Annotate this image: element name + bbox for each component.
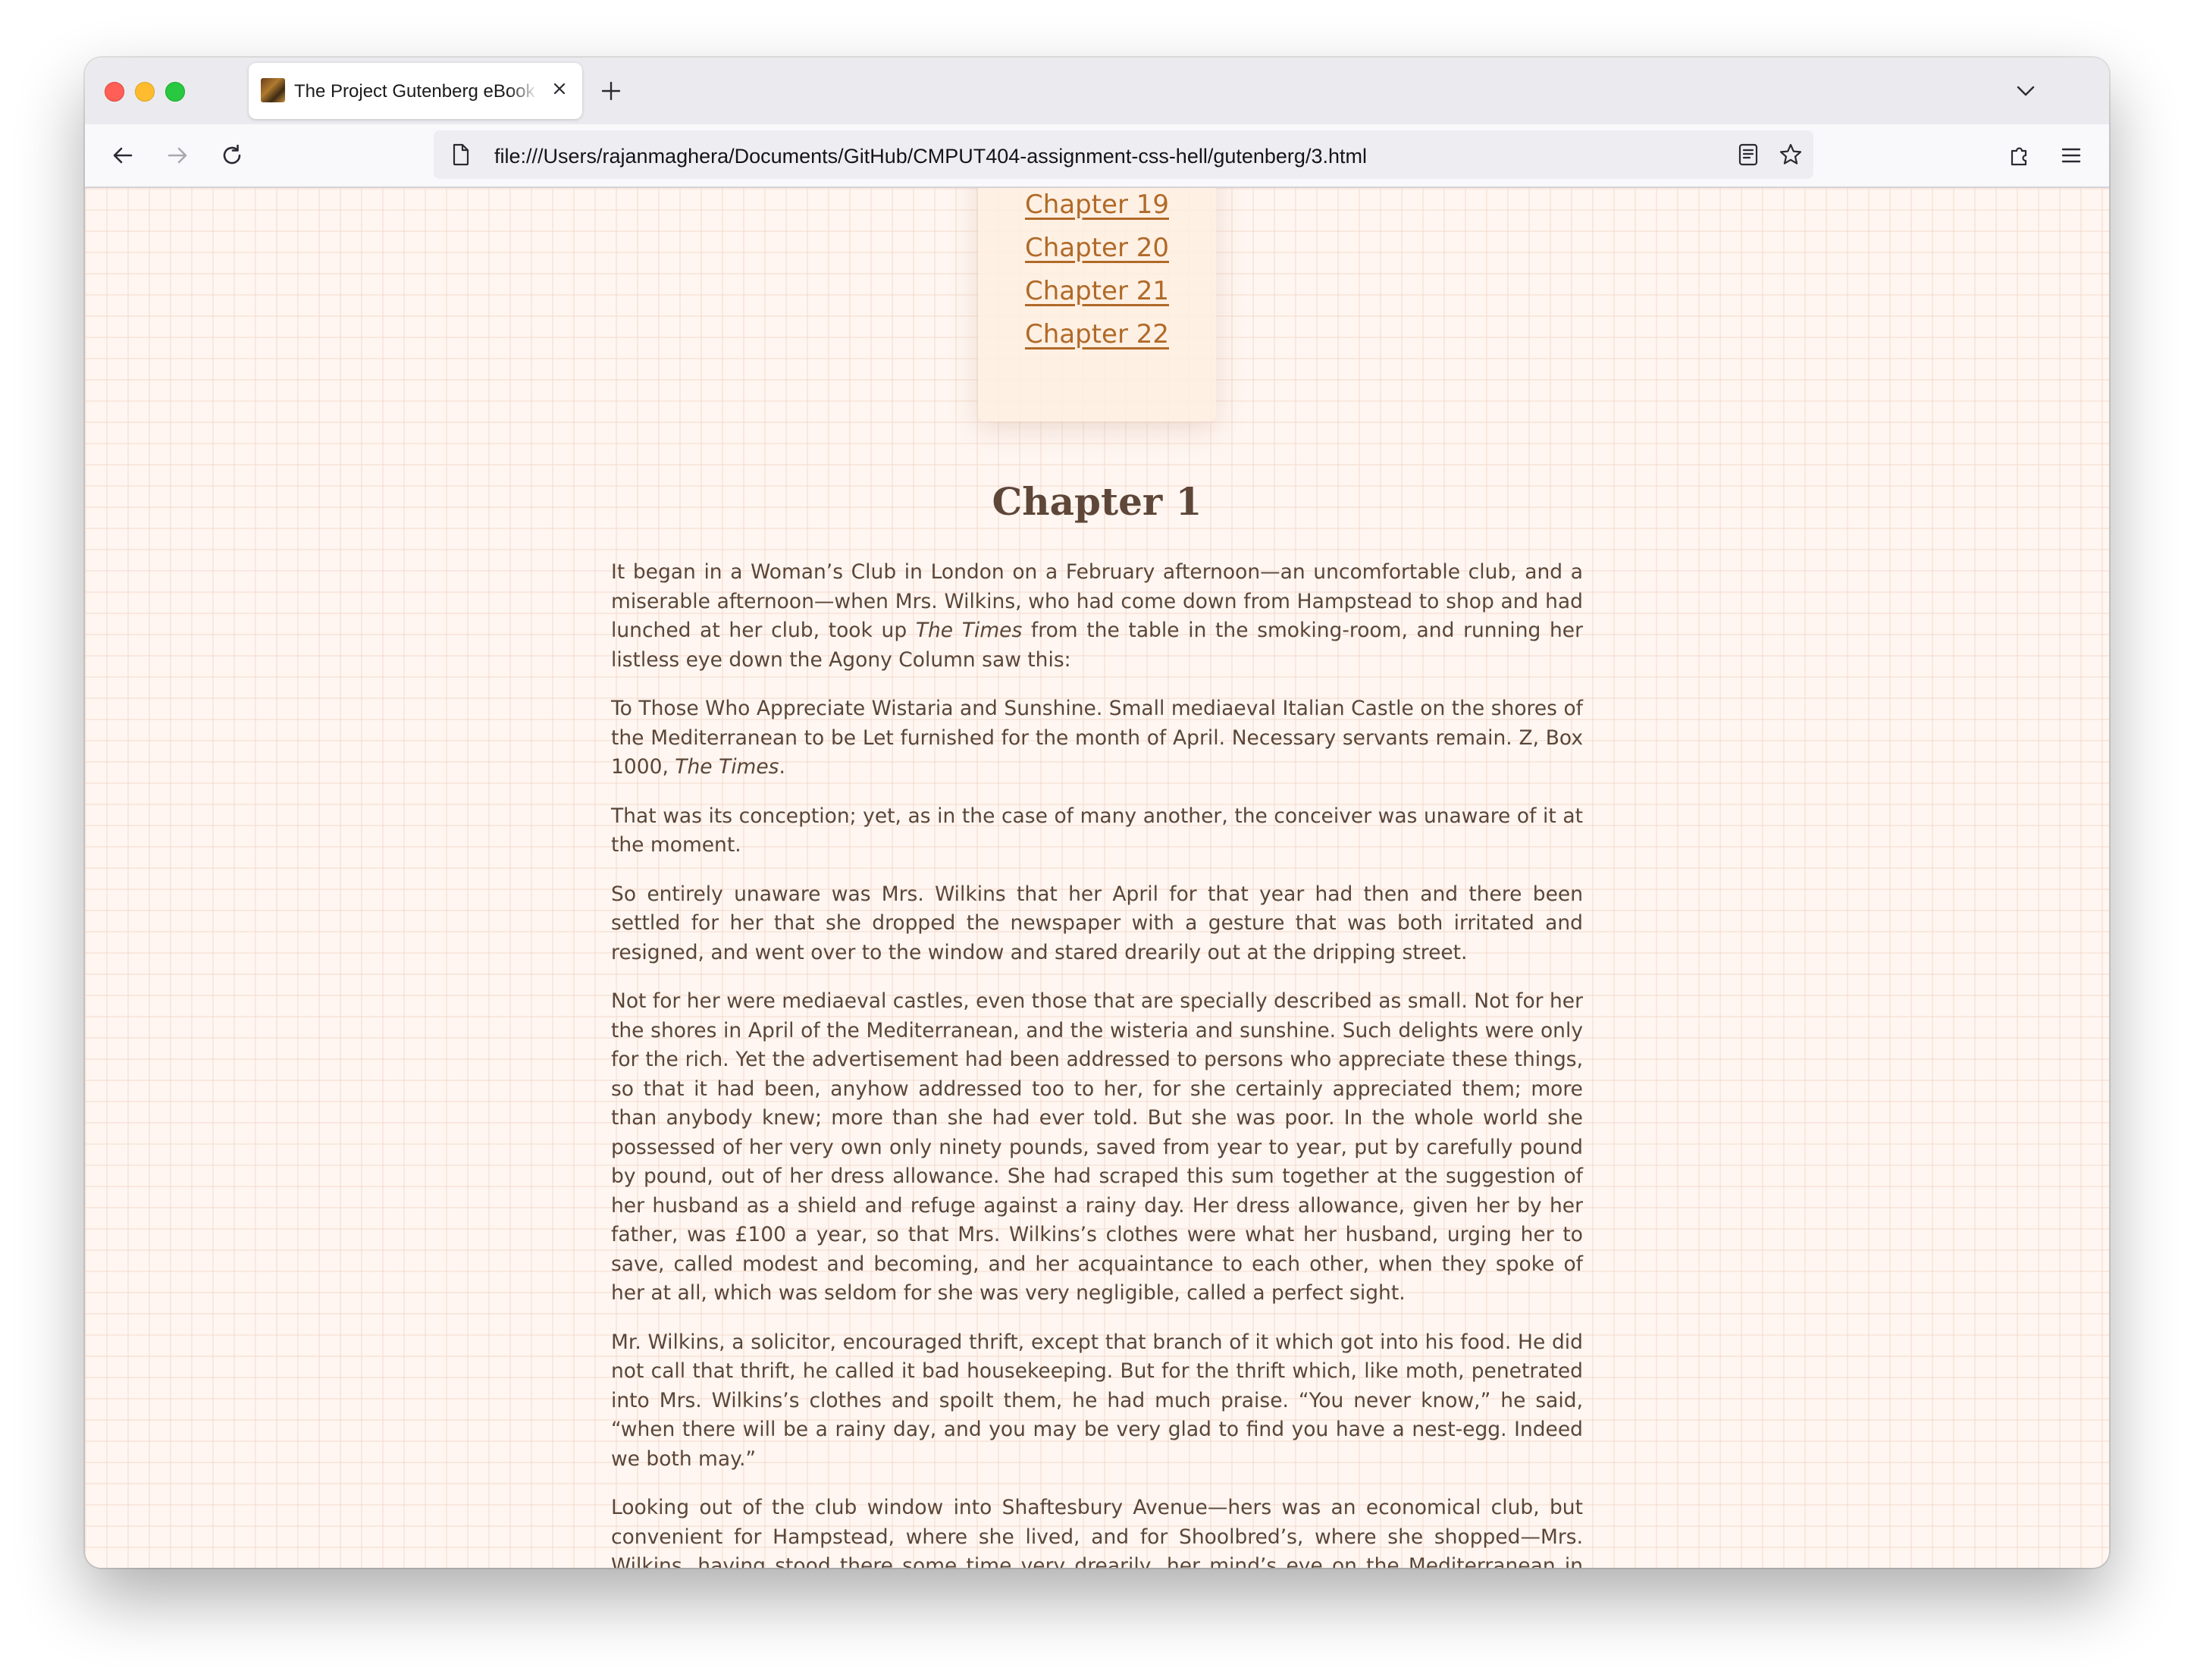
- toc-link-chapter-21[interactable]: Chapter 21: [978, 276, 1216, 306]
- chapter-body: It began in a Woman’s Club in London on …: [611, 558, 1583, 1568]
- close-icon[interactable]: [547, 77, 572, 101]
- url-text: file:///Users/rajanmaghera/Documents/Git…: [494, 145, 1367, 168]
- browser-window: The Project Gutenberg eBook of The Encha…: [85, 58, 2109, 1568]
- zoom-window-button[interactable]: [165, 82, 185, 102]
- paragraph-text: Not for her were mediaeval castles, even…: [611, 989, 1583, 1305]
- hamburger-menu-icon[interactable]: [2055, 139, 2088, 172]
- chapter-paragraph: That was its conception; yet, as in the …: [611, 802, 1583, 860]
- puzzle-icon[interactable]: [2003, 139, 2036, 172]
- favicon-icon: [261, 78, 285, 102]
- paragraph-text: Mr. Wilkins, a solicitor, encouraged thr…: [611, 1330, 1583, 1471]
- minimize-window-button[interactable]: [135, 82, 155, 102]
- paragraph-text: .: [779, 755, 785, 779]
- page-viewport[interactable]: Chapter 19 Chapter 20 Chapter 21 Chapter…: [85, 188, 2109, 1568]
- chapter-paragraph: Looking out of the club window into Shaf…: [611, 1494, 1583, 1568]
- chapter-paragraph: So entirely unaware was Mrs. Wilkins tha…: [611, 880, 1583, 968]
- chapter-paragraph: Not for her were mediaeval castles, even…: [611, 987, 1583, 1309]
- chevron-down-icon[interactable]: [2012, 77, 2039, 105]
- arrow-left-icon[interactable]: [106, 139, 139, 172]
- tab-title: The Project Gutenberg eBook of The Encha…: [294, 81, 538, 102]
- chapter-paragraph: To Those Who Appreciate Wistaria and Sun…: [611, 694, 1583, 782]
- arrow-right-icon[interactable]: [161, 139, 194, 172]
- toc-link-chapter-20[interactable]: Chapter 20: [978, 233, 1216, 263]
- toc-link-chapter-19[interactable]: Chapter 19: [978, 190, 1216, 220]
- toc-link-chapter-22[interactable]: Chapter 22: [978, 319, 1216, 349]
- tab-active[interactable]: The Project Gutenberg eBook of The Encha…: [249, 63, 582, 119]
- italic-title-text: The Times: [675, 755, 779, 779]
- close-window-button[interactable]: [105, 82, 124, 102]
- chapter-heading: Chapter 1: [992, 479, 1202, 524]
- paragraph-text: That was its conception; yet, as in the …: [611, 804, 1583, 857]
- italic-title-text: The Times: [915, 619, 1023, 642]
- paragraph-text: So entirely unaware was Mrs. Wilkins tha…: [611, 882, 1583, 964]
- page-icon: [449, 143, 473, 167]
- star-icon[interactable]: [1777, 141, 1804, 168]
- reader-view-icon[interactable]: [1735, 141, 1762, 168]
- reload-icon[interactable]: [215, 139, 249, 172]
- paragraph-text: Looking out of the club window into Shaf…: [611, 1496, 1583, 1568]
- chapter-paragraph: Mr. Wilkins, a solicitor, encouraged thr…: [611, 1328, 1583, 1475]
- navigation-toolbar: file:///Users/rajanmaghera/Documents/Git…: [85, 124, 2109, 188]
- table-of-contents: Chapter 19 Chapter 20 Chapter 21 Chapter…: [978, 188, 1216, 422]
- tab-strip: The Project Gutenberg eBook of The Encha…: [85, 58, 2109, 124]
- plus-icon[interactable]: [597, 77, 625, 105]
- chapter-paragraph: It began in a Woman’s Club in London on …: [611, 558, 1583, 675]
- address-bar[interactable]: file:///Users/rajanmaghera/Documents/Git…: [434, 130, 1813, 179]
